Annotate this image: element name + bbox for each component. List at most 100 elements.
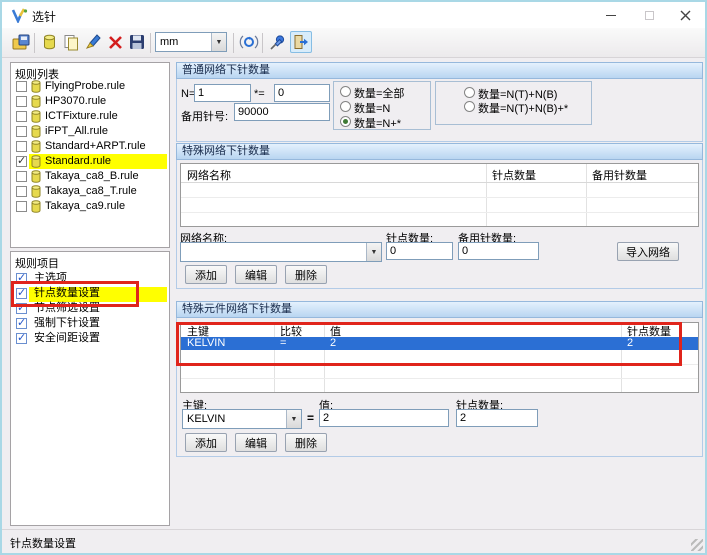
qty-all-label: 数量=全部: [354, 85, 404, 101]
rule-row[interactable]: iFPT_All.rule: [10, 124, 170, 139]
row-divider: [181, 378, 698, 379]
rule-row[interactable]: Standard+ARPT.rule: [10, 139, 170, 154]
edit-pen-icon: [84, 33, 102, 51]
rule-item-checkbox[interactable]: [16, 333, 27, 344]
rule-checkbox[interactable]: [16, 81, 27, 92]
rule-row[interactable]: HP3070.rule: [10, 94, 170, 109]
value-input[interactable]: [319, 409, 449, 427]
rule-file-icon: [31, 200, 41, 218]
edit-network-button[interactable]: 编辑: [235, 265, 277, 284]
col-net-name: 网络名称: [187, 167, 231, 183]
spare-count-input[interactable]: [458, 242, 539, 260]
qty-n-radio[interactable]: [340, 101, 351, 112]
chevron-down-icon[interactable]: [366, 243, 381, 261]
copy-button[interactable]: [60, 31, 82, 53]
edit-pen-button[interactable]: [82, 31, 104, 53]
import-network-button[interactable]: 导入网络: [617, 242, 679, 261]
chevron-down-icon[interactable]: [286, 410, 301, 428]
rule-checkbox[interactable]: [16, 186, 27, 197]
rule-checkbox[interactable]: [16, 156, 27, 167]
rule-row-selected[interactable]: Standard.rule: [10, 154, 170, 169]
edit-comp-button[interactable]: 编辑: [235, 433, 277, 452]
database-button[interactable]: [38, 31, 60, 53]
rule-name: ICTFixture.rule: [45, 109, 118, 124]
toolbar-separator: [233, 33, 234, 53]
column-divider: [586, 164, 587, 226]
rule-checkbox[interactable]: [16, 201, 27, 212]
add-network-button[interactable]: 添加: [185, 265, 227, 284]
row-divider: [181, 182, 698, 183]
qty-option-group-2: 数量=N(T)+N(B) 数量=N(T)+N(B)+*: [435, 81, 592, 125]
qty-tb-star-radio[interactable]: [464, 101, 475, 112]
qty-tb-radio[interactable]: [464, 87, 475, 98]
refresh-button[interactable]: [238, 31, 260, 53]
comp-pin-count-input[interactable]: [456, 409, 538, 427]
chevron-down-icon[interactable]: [211, 33, 226, 51]
open-rule-button[interactable]: [10, 31, 32, 53]
special-comp-header: 特殊元件网络下针数量: [176, 301, 703, 318]
rule-checkbox[interactable]: [16, 126, 27, 137]
close-button[interactable]: [668, 2, 702, 28]
delete-comp-button[interactable]: 删除: [285, 433, 327, 452]
special-net-table[interactable]: 网络名称 针点数量 备用针数量: [180, 163, 699, 227]
close-icon: [680, 10, 691, 21]
net-name-value: [181, 243, 366, 261]
rule-row[interactable]: ICTFixture.rule: [10, 109, 170, 124]
n-input[interactable]: [194, 84, 251, 102]
net-name-combobox[interactable]: [180, 242, 382, 262]
copy-icon: [63, 34, 80, 51]
key-combobox[interactable]: KELVIN: [182, 409, 302, 429]
rule-item-label: 安全间距设置: [34, 331, 100, 346]
save-icon: [129, 34, 145, 50]
rule-row[interactable]: Takaya_ca8_B.rule: [10, 169, 170, 184]
toolbar-separator: [34, 33, 35, 53]
rule-item-row[interactable]: 强制下针设置: [10, 316, 170, 331]
add-comp-button[interactable]: 添加: [185, 433, 227, 452]
qty-all-radio[interactable]: [340, 86, 351, 97]
delete-x-icon: [108, 35, 123, 50]
maximize-button[interactable]: [632, 2, 666, 28]
toolbar: mm: [2, 28, 705, 58]
delete-network-button[interactable]: 删除: [285, 265, 327, 284]
rule-checkbox[interactable]: [16, 111, 27, 122]
save-button[interactable]: [126, 31, 148, 53]
rule-row[interactable]: Takaya_ca9.rule: [10, 199, 170, 214]
qty-n-star-radio[interactable]: [340, 116, 351, 127]
resize-grip[interactable]: [691, 539, 703, 551]
rule-name: Standard.rule: [45, 154, 111, 169]
rule-row[interactable]: FlyingProbe.rule: [10, 79, 170, 94]
maximize-icon: [645, 11, 654, 20]
star-input[interactable]: [274, 84, 330, 102]
rule-name: Standard+ARPT.rule: [45, 139, 146, 154]
status-text: 针点数量设置: [10, 535, 76, 551]
rule-name: iFPT_All.rule: [45, 124, 108, 139]
pin-count-input[interactable]: [386, 242, 453, 260]
rule-checkbox[interactable]: [16, 141, 27, 152]
spare-pin-input[interactable]: [234, 103, 330, 121]
unit-combobox[interactable]: mm: [155, 32, 227, 52]
qty-tb-star-label: 数量=N(T)+N(B)+*: [478, 100, 568, 116]
row-divider: [181, 197, 698, 198]
rule-item-label: 强制下针设置: [34, 316, 100, 331]
exit-button[interactable]: [290, 31, 312, 53]
rule-item-row[interactable]: 安全间距设置: [10, 331, 170, 346]
rule-checkbox[interactable]: [16, 96, 27, 107]
minimize-button[interactable]: [594, 2, 628, 28]
normal-net-header: 普通网络下针数量: [176, 62, 703, 79]
rule-name: Takaya_ca8_T.rule: [45, 184, 137, 199]
rule-item-checkbox[interactable]: [16, 318, 27, 329]
pushpin-button[interactable]: [266, 31, 288, 53]
normal-net-content: N= *= 备用针号: 数量=全部 数量=N 数量=N+* 数量=N(T)+N(…: [176, 79, 703, 142]
col-spare-count: 备用针数量: [592, 167, 647, 183]
rule-checkbox[interactable]: [16, 171, 27, 182]
minimize-icon: [606, 15, 616, 16]
special-net-content: 网络名称 针点数量 备用针数量 网络名称: 针点数量: 备用针数量: 导入网络 …: [176, 160, 703, 289]
database-icon: [43, 34, 56, 50]
status-bar: 针点数量设置: [2, 529, 705, 553]
delete-button[interactable]: [104, 31, 126, 53]
rule-name: HP3070.rule: [45, 94, 106, 109]
toolbar-separator: [150, 33, 151, 53]
toolbar-separator: [262, 33, 263, 53]
row-divider: [181, 212, 698, 213]
rule-row[interactable]: Takaya_ca8_T.rule: [10, 184, 170, 199]
